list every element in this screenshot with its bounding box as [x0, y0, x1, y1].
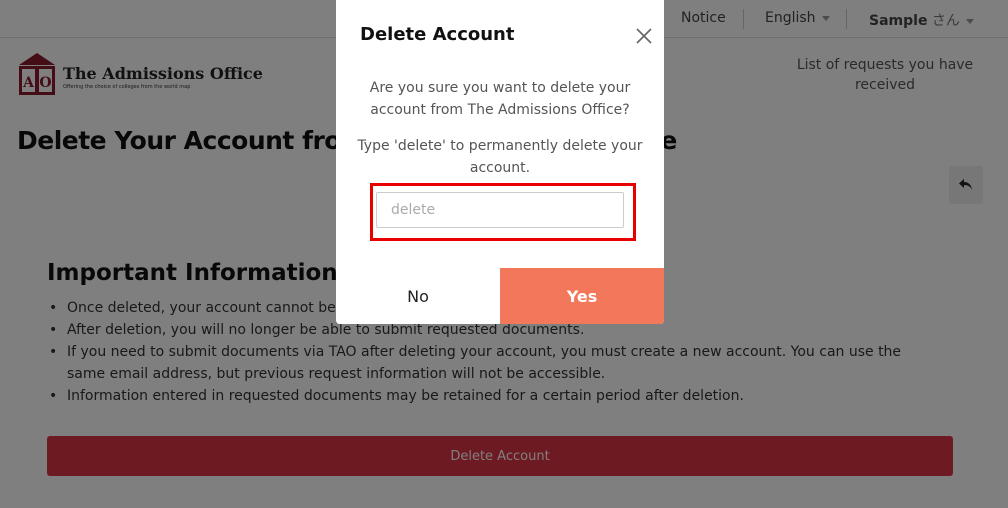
no-button[interactable]: No: [336, 268, 500, 324]
delete-account-dialog: Delete Account Are you sure you want to …: [336, 0, 664, 324]
dialog-question: Are you sure you want to delete your acc…: [369, 80, 631, 118]
close-icon[interactable]: [634, 26, 654, 46]
yes-button[interactable]: Yes: [500, 268, 664, 324]
dialog-title: Delete Account: [360, 24, 515, 45]
dialog-instruction: Type 'delete' to permanently delete your…: [357, 138, 643, 176]
delete-confirm-input[interactable]: [376, 192, 624, 228]
